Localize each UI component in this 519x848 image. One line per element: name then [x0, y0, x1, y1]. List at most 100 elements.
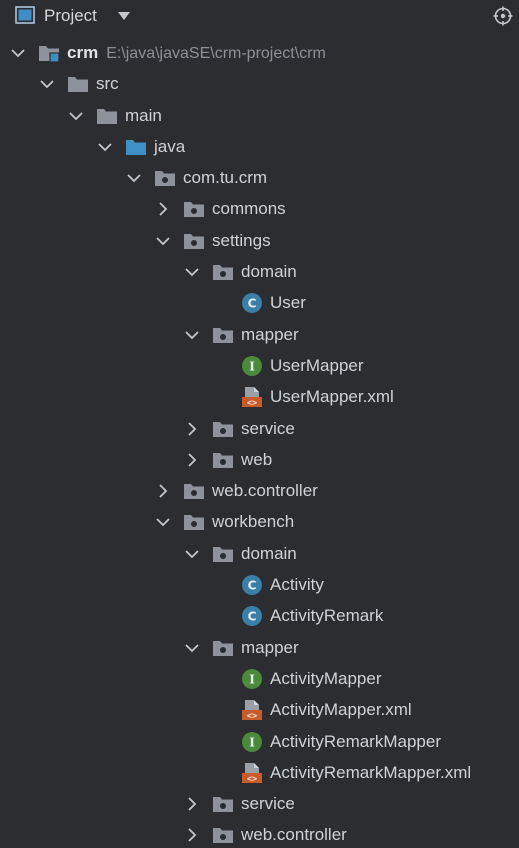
- project-header: Project: [0, 0, 519, 32]
- module-folder-icon: [39, 46, 60, 63]
- tree-item-workbench[interactable]: workbench: [0, 507, 519, 538]
- chevron-down-icon[interactable]: [184, 327, 200, 343]
- source-folder-icon: [126, 139, 146, 155]
- chevron-down-icon[interactable]: [184, 264, 200, 280]
- tree-item-label: service: [241, 794, 295, 814]
- tree-item-label: java: [154, 136, 186, 156]
- xml-file-icon: <>: [242, 762, 262, 784]
- svg-text:C: C: [248, 297, 257, 311]
- package-icon: [213, 640, 233, 656]
- tree-item-activityremarkmapper-xml[interactable]: <> ActivityRemarkMapper.xml: [0, 758, 519, 789]
- chevron-right-icon[interactable]: [155, 483, 171, 499]
- tree-item-label: settings: [212, 230, 271, 250]
- crosshair-icon[interactable]: [493, 6, 513, 26]
- package-icon: [213, 327, 233, 343]
- chevron-down-icon[interactable]: [126, 170, 142, 186]
- package-icon: [213, 421, 233, 437]
- tree-item-label: web: [241, 449, 273, 469]
- chevron-right-icon[interactable]: [184, 452, 200, 468]
- tree-item-label: workbench: [212, 512, 295, 532]
- tree-item-activityremark[interactable]: C ActivityRemark: [0, 601, 519, 632]
- project-tree: crm E:\java\javaSE\crm-project\crm src main…: [0, 38, 519, 848]
- tree-item-activityremarkmapper[interactable]: I ActivityRemarkMapper: [0, 727, 519, 758]
- tree-item-label: main: [125, 105, 162, 125]
- tree-item-label: UserMapper.xml: [270, 387, 394, 407]
- tree-item-usermapper-xml[interactable]: <> UserMapper.xml: [0, 382, 519, 413]
- xml-file-icon: <>: [242, 387, 262, 409]
- chevron-right-icon[interactable]: [184, 827, 200, 843]
- tree-item-label: web.controller: [241, 825, 347, 845]
- tree-item-label: domain: [241, 543, 297, 563]
- tree-item-activitymapper[interactable]: I ActivityMapper: [0, 664, 519, 695]
- project-title[interactable]: Project: [44, 6, 97, 26]
- folder-icon: [68, 77, 88, 93]
- tree-item-activity[interactable]: C Activity: [0, 570, 519, 601]
- package-icon: [155, 171, 175, 187]
- tree-item-label: commons: [212, 199, 286, 219]
- tree-item-label: UserMapper: [270, 355, 364, 375]
- tree-item-usermapper[interactable]: I UserMapper: [0, 351, 519, 382]
- svg-text:<>: <>: [247, 399, 257, 409]
- tree-item-activitymapper-xml[interactable]: <> ActivityMapper.xml: [0, 695, 519, 726]
- package-icon: [184, 202, 204, 218]
- chevron-right-icon[interactable]: [184, 421, 200, 437]
- chevron-down-icon[interactable]: [68, 108, 84, 124]
- tree-item-label: mapper: [241, 324, 299, 344]
- java-interface-icon: I: [242, 731, 262, 752]
- tree-item-label: ActivityMapper: [270, 668, 382, 688]
- tree-item-label: domain: [241, 262, 297, 282]
- tree-item-label: User: [270, 293, 306, 313]
- java-class-icon: C: [242, 575, 262, 596]
- tree-item-workbench-domain[interactable]: domain: [0, 539, 519, 570]
- tree-item-web-controller[interactable]: web.controller: [0, 476, 519, 507]
- caret-down-icon[interactable]: [118, 12, 130, 20]
- tree-item-settings[interactable]: settings: [0, 226, 519, 257]
- tree-item-workbench-service[interactable]: service: [0, 789, 519, 820]
- svg-text:I: I: [249, 359, 255, 373]
- chevron-right-icon[interactable]: [184, 796, 200, 812]
- project-window-icon[interactable]: [15, 6, 35, 24]
- tree-item-main[interactable]: main: [0, 101, 519, 132]
- chevron-down-icon[interactable]: [97, 139, 113, 155]
- tree-item-java[interactable]: java: [0, 132, 519, 163]
- tree-item-workbench-web-controller[interactable]: web.controller: [0, 820, 519, 848]
- package-icon: [213, 828, 233, 844]
- tree-item-label: ActivityRemark: [270, 606, 384, 626]
- chevron-down-icon[interactable]: [184, 546, 200, 562]
- tree-item-src[interactable]: src: [0, 69, 519, 100]
- chevron-down-icon[interactable]: [155, 514, 171, 530]
- tree-item-label: crm: [67, 43, 99, 62]
- svg-text:C: C: [248, 579, 257, 593]
- package-icon: [213, 797, 233, 813]
- tree-item-settings-web[interactable]: web: [0, 445, 519, 476]
- chevron-down-icon[interactable]: [10, 45, 26, 61]
- tree-item-settings-mapper[interactable]: mapper: [0, 320, 519, 351]
- tree-item-com-tu-crm[interactable]: com.tu.crm: [0, 163, 519, 194]
- module-path: E:\java\javaSE\crm-project\crm: [106, 45, 326, 62]
- chevron-down-icon[interactable]: [39, 76, 55, 92]
- chevron-down-icon[interactable]: [155, 233, 171, 249]
- tree-item-label: service: [241, 418, 295, 438]
- svg-text:<>: <>: [247, 774, 257, 784]
- tree-item-crm[interactable]: crm E:\java\javaSE\crm-project\crm: [0, 38, 519, 69]
- folder-icon: [97, 108, 117, 124]
- tree-item-label: com.tu.crm: [183, 168, 268, 188]
- tree-item-settings-domain[interactable]: domain: [0, 257, 519, 288]
- svg-text:<>: <>: [247, 712, 257, 722]
- svg-text:I: I: [249, 735, 255, 749]
- tree-item-commons[interactable]: commons: [0, 194, 519, 225]
- package-icon: [213, 546, 233, 562]
- tree-item-settings-service[interactable]: service: [0, 414, 519, 445]
- tree-item-label: Activity: [270, 575, 324, 595]
- chevron-down-icon[interactable]: [184, 640, 200, 656]
- chevron-right-icon[interactable]: [155, 201, 171, 217]
- tree-item-user[interactable]: C User: [0, 288, 519, 319]
- tree-item-label: ActivityRemarkMapper.xml: [270, 762, 472, 782]
- tree-item-label: web.controller: [212, 481, 318, 501]
- svg-text:I: I: [249, 672, 255, 686]
- tree-item-workbench-mapper[interactable]: mapper: [0, 633, 519, 664]
- svg-text:C: C: [248, 610, 257, 624]
- package-icon: [184, 515, 204, 531]
- package-icon: [213, 265, 233, 281]
- tree-item-label: ActivityMapper.xml: [270, 700, 412, 720]
